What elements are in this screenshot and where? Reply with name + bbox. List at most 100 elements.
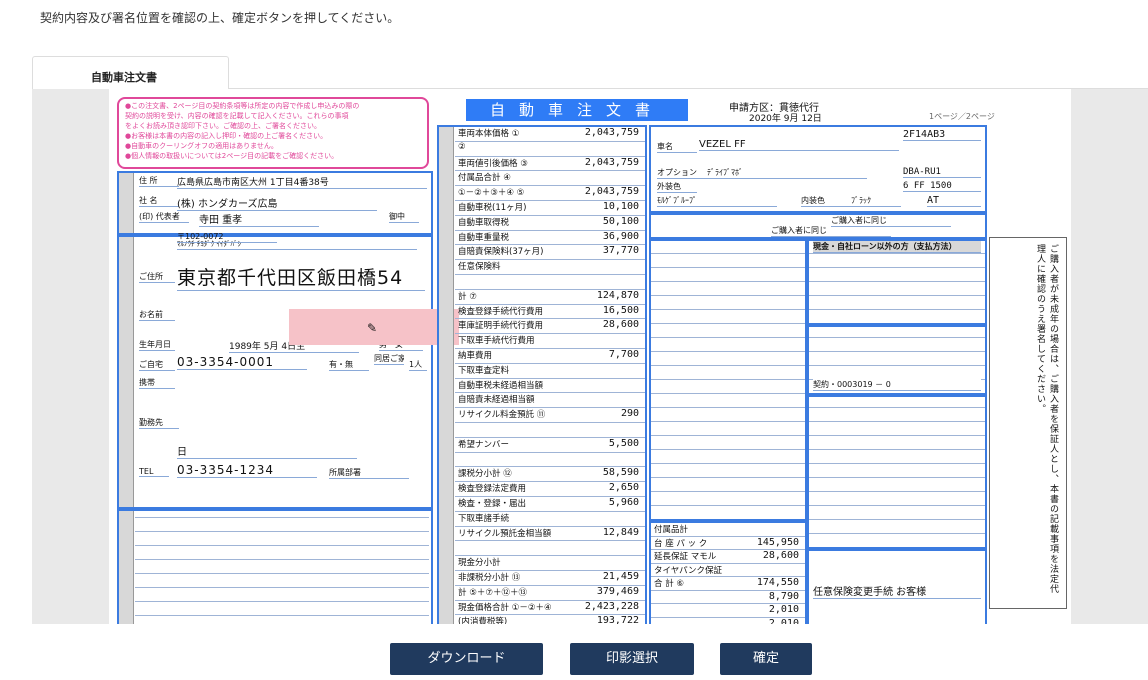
price-row: 任意保険料 xyxy=(455,260,645,275)
price-row-value: 290 xyxy=(620,408,639,420)
price-row-value: 124,870 xyxy=(596,289,639,301)
accessories-grid xyxy=(649,239,807,521)
price-row-label: 下取車査定料 xyxy=(458,365,510,376)
price-row-value: 37,770 xyxy=(602,245,639,257)
customer-postal: 〒102-0072 xyxy=(177,231,277,243)
price-row-label: (内消費税等) xyxy=(458,617,508,624)
vertical-notes: ご購入者が未成年の場合は、ご購入者を保証人とし、本書の記載事項を法定代理人に確認… xyxy=(989,237,1067,609)
dealer-address: 広島県広島市南区大州 1丁目4番38号 xyxy=(177,175,427,189)
price-row-value: 5,500 xyxy=(608,437,639,449)
seal-select-button[interactable]: 印影選択 xyxy=(570,643,694,675)
insurance-block: 任意保険変更手続 お客様 xyxy=(807,549,987,624)
price-row-value: 2,043,759 xyxy=(584,186,639,198)
price-row-value: 2,043,759 xyxy=(584,127,639,138)
price-row-label: 車両本体価格 ① xyxy=(458,129,520,139)
delivery-same-2: ご購入者に同じ xyxy=(771,225,891,237)
price-row-value: 16,500 xyxy=(602,304,639,316)
notice-line: 契約の説明を受け、内容の確認を記載して記入ください。これらの事項 xyxy=(125,112,349,120)
vehicle-name: VEZEL FF xyxy=(699,139,899,151)
dealer-address-label: 住 所 xyxy=(139,175,179,187)
price-row-value: 12,849 xyxy=(602,526,639,538)
price-row: 合 計 ⑥ 174,550 xyxy=(651,577,805,591)
price-row xyxy=(455,541,645,557)
price-row: ② xyxy=(455,142,645,157)
customer-address-label: ご住所 xyxy=(139,271,175,283)
vehicle-option: ﾃﾞﾗｲﾌﾞﾏﾎﾞ xyxy=(707,167,867,179)
price-row: 付属品合計 ④ xyxy=(455,171,645,187)
price-row-value: 21,459 xyxy=(602,571,639,582)
price-row-label: 検査登録法定費用 xyxy=(458,484,527,495)
price-row-label xyxy=(455,453,458,463)
price-row: 希望ナンバー 5,500 xyxy=(455,438,645,453)
workplace-name: 日 xyxy=(177,443,357,459)
price-row: 非課税分小計 ⑬ 21,459 xyxy=(455,571,645,586)
price-row: 検査登録手続代行費用 16,500 xyxy=(455,305,645,320)
price-row-label: 現金価格合計 ①－②＋④ xyxy=(458,602,552,613)
price-row-label: リサイクル料金預託 ⑪ xyxy=(458,410,546,421)
document-viewer[interactable]: ●この注文書、2ページ目の契約条項等は所定の内容で作成し申込みの際の 契約の説明… xyxy=(32,88,1148,624)
price-row-label xyxy=(455,275,458,285)
workplace-dept: 所属部署 xyxy=(329,467,409,479)
document-date: 2020年 9月 12日 xyxy=(749,114,822,124)
customer-phone: 03-3354-0001 xyxy=(177,355,307,370)
price-row-label xyxy=(455,423,458,433)
interior-label: 内装色 xyxy=(801,195,851,207)
price-row: 下取車査定料 xyxy=(455,364,645,379)
price-row-value: 2,010 xyxy=(768,617,799,625)
price-row-label: 検査登録手続代行費用 xyxy=(458,306,544,317)
price-row-label: 付属品合計 ④ xyxy=(458,173,511,184)
price-row-label: 任意保険料 xyxy=(458,262,501,273)
notice-line: ●個人情報の取扱いについては2ページ目の記載をご確認ください。 xyxy=(125,152,339,160)
document-title: 自動車注文書 xyxy=(466,99,688,121)
price-row-value: 193,722 xyxy=(596,615,639,624)
price-row-value: 7,700 xyxy=(608,349,639,360)
page-indicator: 1ページ／2ページ xyxy=(929,112,995,121)
confirm-button[interactable]: 確定 xyxy=(720,643,812,675)
price-row-label: 自動車税(11ヶ月) xyxy=(458,203,527,213)
price-row-label: ② xyxy=(458,141,466,152)
price-row-label: 非課税分小計 ⑬ xyxy=(458,573,521,583)
color-label: 外装色 xyxy=(657,181,697,193)
price-row-label: 計 ⑤＋⑦＋⑫＋⑬ xyxy=(458,587,527,598)
option-label: オプション xyxy=(657,167,707,179)
price-row: 8,790 xyxy=(651,590,805,604)
signature-stamp-area[interactable]: ✎ xyxy=(289,309,459,345)
price-row: 台 座 パ ッ ク 145,950 xyxy=(651,537,805,550)
vehicle-color: ﾓﾙｹﾞﾌﾞﾙｰﾌﾟ xyxy=(657,195,777,207)
vehicle-trans: AT xyxy=(927,195,981,207)
price-row-value: 28,600 xyxy=(602,319,639,331)
price-row: 自賠責保険料(37ヶ月) 37,770 xyxy=(455,245,645,261)
price-row: 車両値引後価格 ③ 2,043,759 xyxy=(455,157,645,172)
price-row-value: 379,469 xyxy=(596,585,639,597)
price-row-value: 174,550 xyxy=(756,577,799,588)
notice-line: ●お客様は本書の内容の記入し押印・確認の上ご署名ください。 xyxy=(125,132,328,140)
price-row-value: 58,590 xyxy=(602,467,639,479)
notice-line: をよくお読み頂き認印下さい。ご確認の上、ご署名ください。 xyxy=(125,122,321,130)
tab-order-form[interactable]: 自動車注文書 xyxy=(32,56,229,89)
price-row-value: 2,423,228 xyxy=(584,600,639,612)
price-row-label xyxy=(455,541,458,551)
price-row-label xyxy=(651,618,654,625)
dealer-rep-name: 寺田 重孝 xyxy=(199,211,319,227)
price-row-label: リサイクル預託金相当額 xyxy=(458,528,552,539)
price-row-value: 50,100 xyxy=(602,215,639,227)
download-button[interactable]: ダウンロード xyxy=(390,643,543,675)
price-row-label: 台 座 パ ッ ク xyxy=(654,538,708,549)
vehicle-interior: ﾌﾞﾗｯｸ xyxy=(851,195,901,207)
vehicle-model-code: 2F14AB3 xyxy=(903,129,981,141)
price-row: 計 ⑦ 124,870 xyxy=(455,290,645,305)
price-row: 検査登録法定費用 2,650 xyxy=(455,482,645,497)
price-row: ①－②＋③＋④ ⑤ 2,043,759 xyxy=(455,186,645,201)
price-row-label: 延長保証 マモル xyxy=(654,552,717,562)
price-row: 自賠責未経過相当額 xyxy=(455,393,645,409)
dealer-company-label: 社 名 xyxy=(139,195,179,207)
tab-label: 自動車注文書 xyxy=(91,71,157,84)
price-row-value: 8,790 xyxy=(768,590,799,602)
payment-header: 現金・自社ローン以外の方（支払方法） xyxy=(813,241,981,253)
phone-label: ご自宅 xyxy=(139,359,175,371)
price-row: 下取車諸手続 xyxy=(455,512,645,527)
price-row: 納車費用 7,700 xyxy=(455,349,645,364)
order-document-page: ●この注文書、2ページ目の契約条項等は所定の内容で作成し申込みの際の 契約の説明… xyxy=(109,89,1071,624)
price-row: 自動車取得税 50,100 xyxy=(455,216,645,231)
price-row-label: 下取車諸手続 xyxy=(458,513,510,524)
